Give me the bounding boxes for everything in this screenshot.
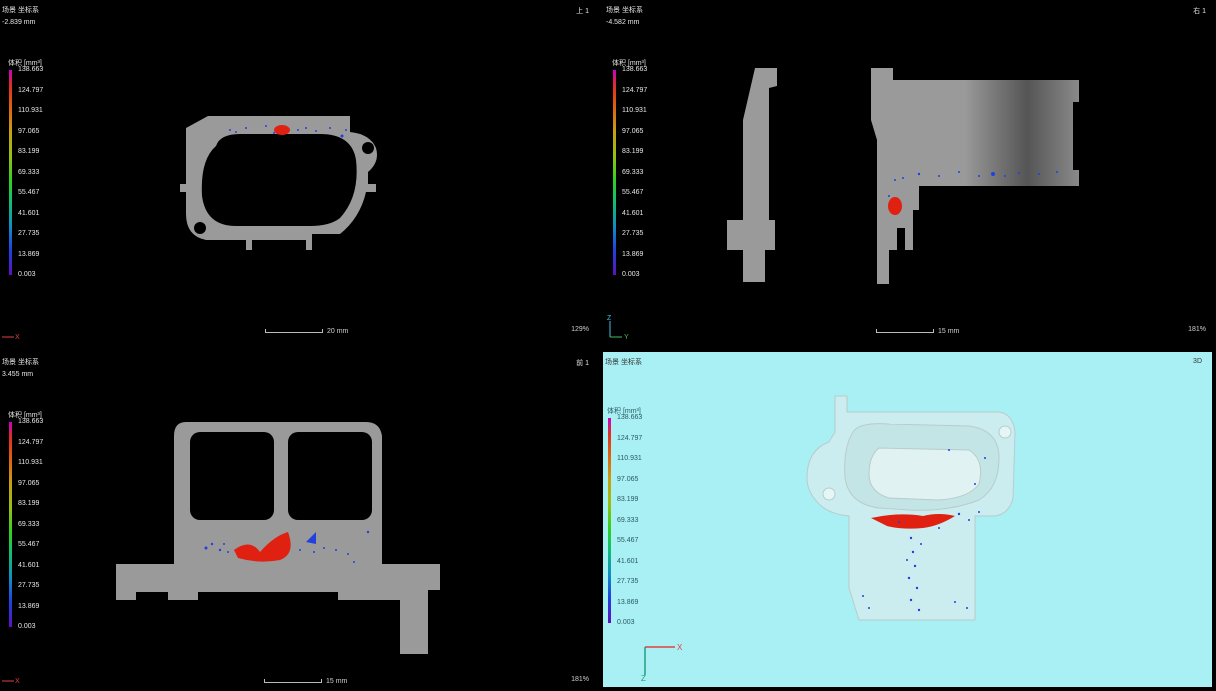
slice-depth: -2.839 mm (2, 19, 36, 26)
legend-tick: 41.601 (617, 557, 639, 565)
axis-z-label: Z (607, 315, 612, 322)
legend-tick: 97.065 (18, 479, 40, 487)
legend-tick: 110.931 (617, 455, 642, 462)
axis-triad-3d: X Z (641, 643, 683, 681)
legend-tick: 83.199 (617, 496, 639, 503)
viewport-title: 场景 坐标系 (2, 359, 39, 366)
legend-tick: 69.333 (18, 520, 40, 528)
legend-tick: 69.333 (622, 168, 644, 176)
part-slice-front (116, 422, 440, 654)
legend-ticks: 138.663 124.797 110.931 97.065 83.199 69… (18, 66, 68, 278)
legend-tick: 97.065 (18, 127, 40, 135)
legend-tick: 13.869 (622, 250, 644, 258)
legend-tick: 41.601 (18, 209, 40, 217)
legend-ticks: 138.663 124.797 110.931 97.065 83.199 69… (617, 414, 667, 626)
legend-tick: 13.869 (617, 598, 639, 606)
legend-color-bar (9, 422, 12, 627)
legend-tick: 13.869 (18, 250, 40, 258)
legend-tick: 83.199 (622, 148, 644, 155)
legend-tick: 138.663 (18, 66, 44, 73)
legend-tick: 27.735 (617, 578, 639, 585)
viewport-name[interactable]: 右 1 (1193, 6, 1206, 16)
legend-tick: 69.333 (18, 168, 40, 176)
viewport-title: 场景 坐标系 (2, 7, 39, 14)
scale-bar-label: 15 mm (938, 328, 960, 335)
slice-depth: 3.455 mm (2, 371, 34, 378)
legend-tick: 27.735 (18, 582, 40, 589)
legend-tick: 13.869 (18, 602, 40, 610)
legend-tick: 55.467 (622, 189, 644, 196)
legend-tick: 55.467 (18, 189, 40, 196)
legend-tick: 110.931 (18, 107, 43, 114)
part-3d-render (806, 395, 1016, 621)
legend-tick: 0.003 (617, 619, 635, 626)
viewport-name[interactable]: 上 1 (576, 6, 589, 16)
viewport-title: 场景 坐标系 (605, 359, 642, 366)
axis-triad: X (2, 678, 20, 683)
part-slice-right (727, 68, 1079, 284)
legend-tick: 138.663 (18, 418, 44, 425)
legend-tick: 124.797 (622, 86, 648, 94)
legend-tick: 138.663 (622, 66, 648, 73)
legend-color-bar (608, 418, 611, 623)
viewport-right[interactable]: 场景 坐标系 -4.582 mm 右 1 体积 [mm³] 138.663 12… (604, 0, 1216, 347)
scale-bar-label: 20 mm (327, 328, 349, 335)
legend-tick: 124.797 (617, 434, 643, 442)
axis-triad: X (2, 334, 20, 339)
legend-tick: 110.931 (622, 107, 647, 114)
axis-triad: Y Z (607, 315, 629, 339)
part-slice-top (180, 116, 377, 250)
legend-ticks: 138.663 124.797 110.931 97.065 83.199 69… (622, 66, 672, 278)
zoom-level: 181% (571, 676, 589, 683)
legend-tick: 69.333 (617, 516, 639, 524)
slice-depth: -4.582 mm (606, 19, 640, 26)
legend-tick: 41.601 (622, 209, 644, 217)
legend-tick: 83.199 (18, 148, 40, 155)
legend-ticks: 138.663 124.797 110.931 97.065 83.199 69… (18, 418, 68, 630)
legend-tick: 55.467 (18, 541, 40, 548)
zoom-level: 181% (1188, 326, 1206, 333)
legend-tick: 97.065 (617, 475, 639, 483)
legend-tick: 0.003 (18, 271, 36, 278)
legend-tick: 110.931 (18, 459, 43, 466)
color-legend: 体积 [mm³] 138.663 124.797 110.931 97.065 … (612, 58, 672, 288)
viewport-grid: 场景 坐标系 -2.839 mm 上 1 体积 [mm³] 138.663 12… (0, 0, 1216, 691)
legend-tick: 124.797 (18, 86, 44, 94)
legend-tick: 0.003 (18, 623, 36, 630)
color-legend: 体积 [mm³] 138.663 124.797 110.931 97.065 … (8, 410, 68, 640)
viewport-name[interactable]: 前 1 (576, 358, 589, 368)
axis-x-label: X (15, 678, 20, 683)
viewport-3d[interactable]: 场景 坐标系 3D 体积 [mm³] 138.663 124.797 110.9… (603, 352, 1212, 687)
legend-tick: 27.735 (622, 230, 644, 237)
axis-z-label: Z (641, 674, 646, 681)
viewport-top[interactable]: 场景 坐标系 -2.839 mm 上 1 体积 [mm³] 138.663 12… (0, 0, 599, 347)
viewport-front[interactable]: 场景 坐标系 3.455 mm 前 1 体积 [mm³] 138.663 124… (0, 352, 599, 691)
legend-tick: 27.735 (18, 230, 40, 237)
legend-tick: 124.797 (18, 438, 44, 446)
legend-color-bar (613, 70, 616, 275)
axis-y-label: Y (624, 334, 629, 339)
viewport-title: 场景 坐标系 (606, 7, 643, 14)
legend-tick: 41.601 (18, 561, 40, 569)
zoom-level: 129% (571, 326, 589, 333)
scale-bar-label: 15 mm (326, 678, 348, 685)
legend-tick: 0.003 (622, 271, 640, 278)
color-legend: 体积 [mm³] 138.663 124.797 110.931 97.065 … (8, 58, 68, 288)
legend-tick: 138.663 (617, 414, 643, 421)
axis-x-label: X (15, 334, 20, 339)
legend-tick: 83.199 (18, 500, 40, 507)
axis-x-label: X (677, 643, 683, 652)
legend-tick: 97.065 (622, 127, 644, 135)
legend-tick: 55.467 (617, 537, 639, 544)
legend-color-bar (9, 70, 12, 275)
color-legend: 体积 [mm³] 138.663 124.797 110.931 97.065 … (607, 406, 667, 636)
viewport-name[interactable]: 3D (1193, 358, 1202, 365)
